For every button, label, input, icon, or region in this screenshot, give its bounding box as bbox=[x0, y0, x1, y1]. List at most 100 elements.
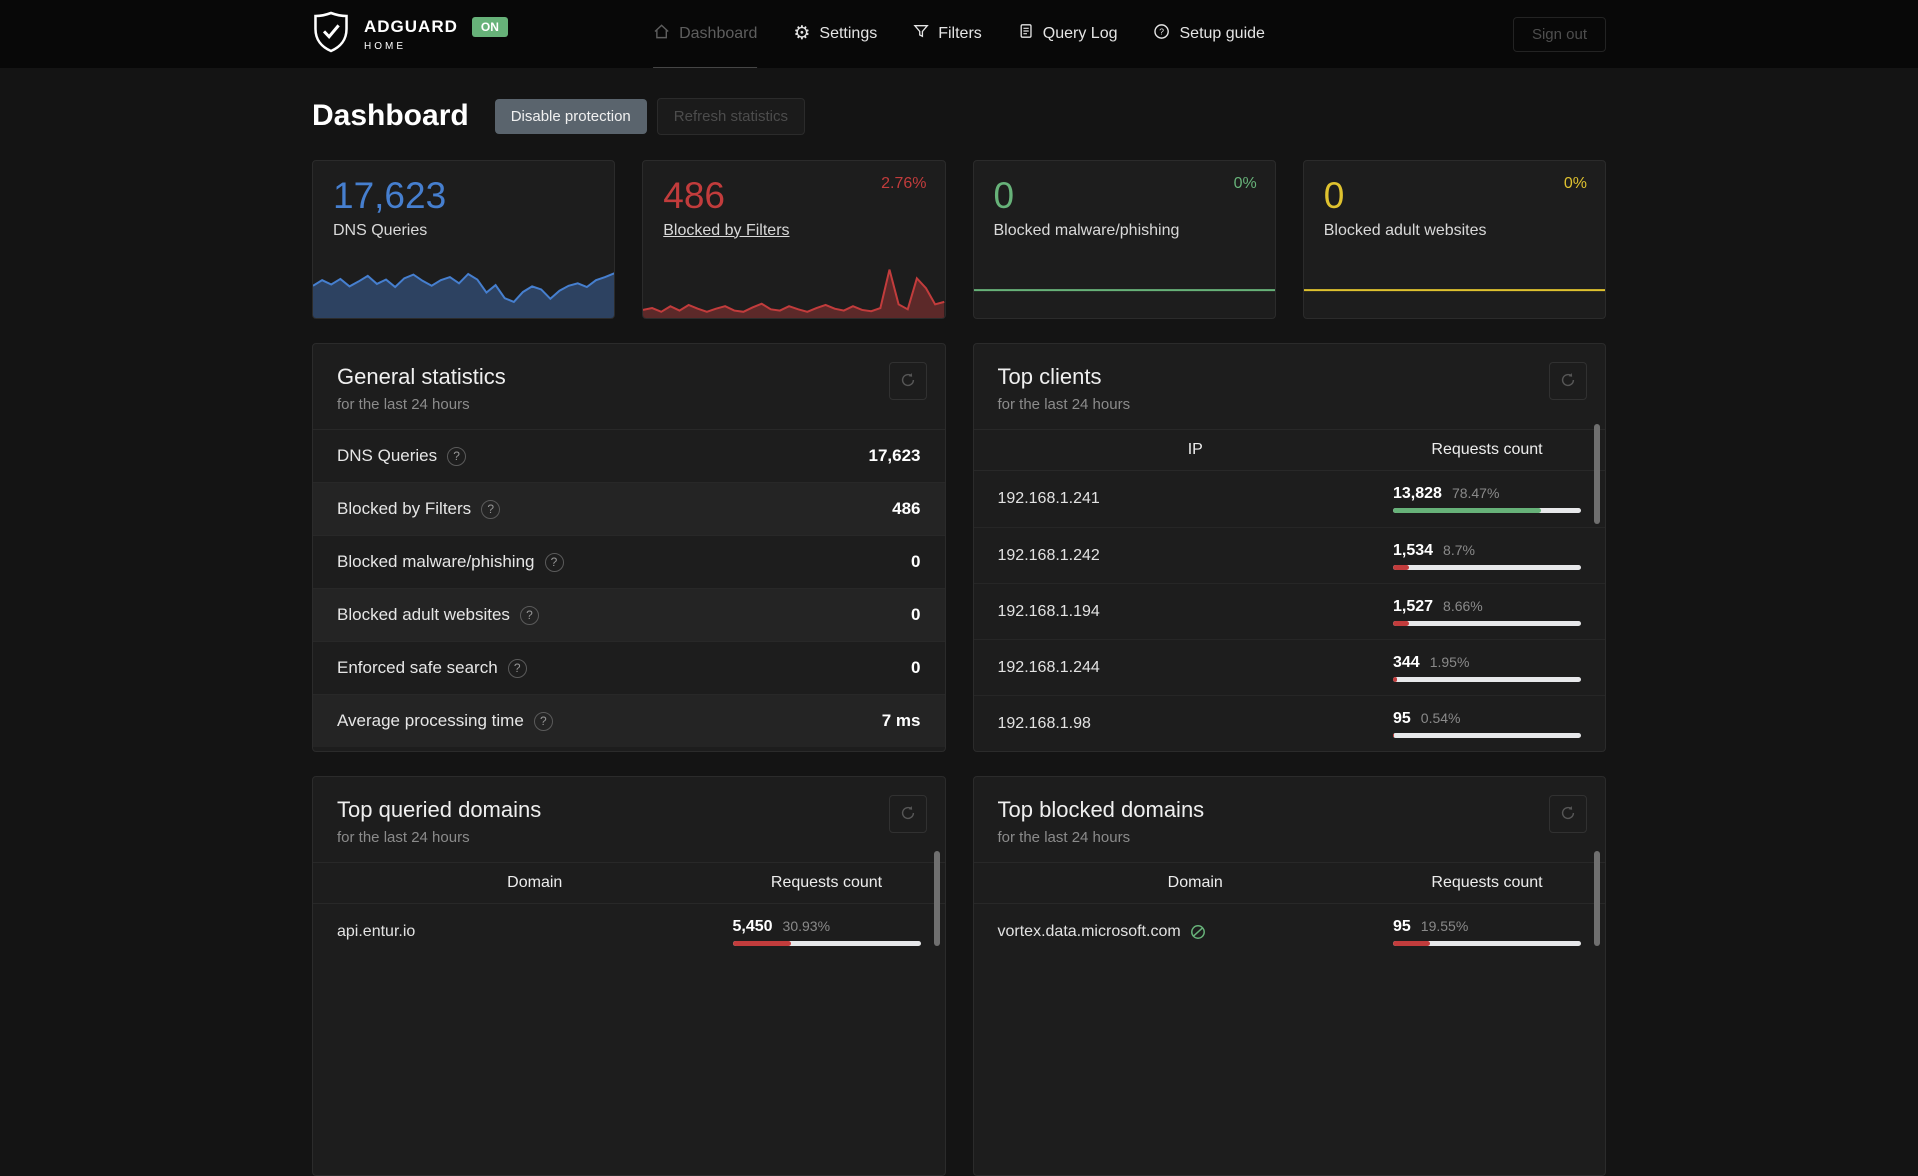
nav-item-query-log[interactable]: Query Log bbox=[1018, 0, 1118, 68]
stats-row-value: 17,623 bbox=[868, 446, 921, 465]
refresh-icon bbox=[899, 371, 917, 392]
stats-row-value: 0 bbox=[911, 658, 921, 677]
top-queried-table: api.entur.io 5,450 30.93% bbox=[313, 904, 945, 960]
stats-row-value: 7 ms bbox=[881, 711, 921, 730]
help-icon[interactable] bbox=[533, 711, 553, 731]
disable-protection-button[interactable]: Disable protection bbox=[494, 98, 647, 134]
column-header-requests: Requests count bbox=[770, 874, 883, 891]
client-ip-link[interactable]: 192.168.1.241 bbox=[998, 490, 1100, 508]
table-row: 192.168.1.194 1,527 8.66% bbox=[973, 583, 1605, 639]
client-ip-link[interactable]: 192.168.1.194 bbox=[998, 603, 1100, 621]
refresh-statistics-button[interactable]: Refresh statistics bbox=[656, 97, 805, 135]
blocked-filters-sparkline-chart bbox=[643, 256, 945, 318]
progress-bar-fill bbox=[1393, 564, 1410, 570]
column-header-domain: Domain bbox=[507, 874, 563, 891]
requests-cell: 13,828 78.47% bbox=[1393, 485, 1581, 513]
nav-item-setup-guide[interactable]: ? Setup guide bbox=[1154, 0, 1265, 68]
svg-text:?: ? bbox=[1160, 26, 1165, 36]
request-percent: 8.7% bbox=[1443, 541, 1475, 558]
adguard-logo[interactable]: ADGUARD ON HOME bbox=[312, 11, 508, 58]
help-icon[interactable] bbox=[544, 552, 564, 572]
refresh-icon-button[interactable] bbox=[1549, 362, 1587, 400]
stat-percent: 0% bbox=[1563, 175, 1587, 192]
client-ip-link[interactable]: 192.168.1.242 bbox=[998, 547, 1100, 565]
top-blocked-domains-card: Top blocked domains for the last 24 hour… bbox=[972, 776, 1606, 1176]
stats-row-label-wrap: Blocked adult websites bbox=[337, 605, 539, 625]
request-count: 95 bbox=[1393, 918, 1411, 935]
domain-link[interactable]: api.entur.io bbox=[337, 923, 415, 941]
table-header: IP Requests count bbox=[973, 429, 1605, 471]
refresh-icon-button[interactable] bbox=[888, 795, 927, 833]
domain-link[interactable]: vortex.data.microsoft.com bbox=[998, 923, 1181, 941]
card-subtitle: for the last 24 hours bbox=[337, 829, 470, 846]
stats-row: DNS Queries 17,623 bbox=[313, 429, 945, 482]
stats-row: Blocked malware/phishing 0 bbox=[313, 535, 945, 588]
table-row: 192.168.1.98 95 0.54% bbox=[973, 695, 1605, 751]
refresh-icon-button[interactable] bbox=[1549, 795, 1587, 833]
column-header-domain: Domain bbox=[1167, 874, 1223, 891]
scrollbar-thumb[interactable] bbox=[1594, 424, 1600, 524]
requests-cell: 95 19.55% bbox=[1393, 918, 1581, 946]
client-cell: 192.168.1.98 bbox=[998, 715, 1394, 733]
requests-cell: 1,534 8.7% bbox=[1393, 542, 1581, 570]
request-percent: 0.54% bbox=[1420, 709, 1461, 726]
card-title: Top blocked domains bbox=[997, 797, 1205, 822]
brand-name: ADGUARD bbox=[364, 16, 458, 36]
nav-label: Setup guide bbox=[1179, 24, 1265, 42]
stats-row: Blocked adult websites 0 bbox=[313, 588, 945, 641]
stats-row-label: DNS Queries bbox=[337, 446, 438, 465]
stats-row-value: 0 bbox=[911, 605, 921, 624]
stat-percent: 0% bbox=[1233, 175, 1257, 192]
progress-bar-fill bbox=[1393, 941, 1430, 946]
help-icon[interactable] bbox=[507, 658, 527, 678]
client-cell: 192.168.1.242 bbox=[998, 547, 1394, 565]
card-title: Top clients bbox=[997, 364, 1102, 389]
general-statistics-card: General statistics for the last 24 hours… bbox=[312, 343, 946, 752]
client-ip-link[interactable]: 192.168.1.98 bbox=[998, 715, 1091, 733]
table-row: vortex.data.microsoft.com 95 19.55% bbox=[974, 904, 1606, 960]
requests-cell: 5,450 30.93% bbox=[732, 918, 921, 946]
stats-row-value: 486 bbox=[892, 499, 921, 518]
top-queried-domains-card: Top queried domains for the last 24 hour… bbox=[312, 776, 946, 1176]
stats-row-value: 0 bbox=[911, 552, 921, 571]
requests-cell: 95 0.54% bbox=[1393, 710, 1581, 738]
stat-label-link[interactable]: Blocked by Filters bbox=[663, 222, 789, 240]
request-count: 95 bbox=[1393, 709, 1411, 727]
column-header-ip: IP bbox=[1187, 441, 1203, 458]
card-title: General statistics bbox=[337, 364, 506, 389]
filter-icon bbox=[913, 23, 929, 44]
sign-out-button[interactable]: Sign out bbox=[1512, 16, 1606, 52]
requests-cell: 1,527 8.66% bbox=[1393, 598, 1581, 626]
stat-label: Blocked malware/phishing bbox=[993, 221, 1180, 239]
progress-bar bbox=[1393, 508, 1581, 513]
stats-row-label: Enforced safe search bbox=[337, 658, 498, 677]
nav-label: Settings bbox=[819, 24, 878, 42]
column-header-requests: Requests count bbox=[1431, 441, 1543, 458]
table-header: Domain Requests count bbox=[973, 862, 1605, 904]
refresh-icon-button[interactable] bbox=[888, 362, 927, 400]
nav-item-dashboard[interactable]: Dashboard bbox=[653, 0, 758, 68]
domain-cell: api.entur.io bbox=[337, 923, 733, 941]
general-statistics-table: DNS Queries 17,623 Blocked by Filters 48… bbox=[313, 429, 945, 747]
table-row: api.entur.io 5,450 30.93% bbox=[313, 904, 945, 960]
stat-value: 17,623 bbox=[333, 175, 447, 216]
help-icon[interactable] bbox=[519, 605, 539, 625]
request-count: 1,534 bbox=[1393, 541, 1434, 559]
nav-item-filters[interactable]: Filters bbox=[913, 0, 982, 68]
progress-bar bbox=[1393, 620, 1581, 626]
table-row: 192.168.1.244 344 1.95% bbox=[973, 639, 1605, 695]
help-icon: ? bbox=[1154, 23, 1171, 45]
client-cell: 192.168.1.194 bbox=[998, 603, 1394, 621]
nav-item-settings[interactable]: ⚙ Settings bbox=[793, 0, 877, 68]
scrollbar-thumb[interactable] bbox=[933, 851, 940, 946]
requests-cell: 344 1.95% bbox=[1393, 654, 1581, 682]
progress-bar bbox=[1393, 941, 1581, 946]
stat-label: Blocked adult websites bbox=[1323, 221, 1487, 239]
shield-logo-icon bbox=[312, 11, 350, 58]
help-icon[interactable] bbox=[481, 499, 501, 519]
scrollbar-thumb[interactable] bbox=[1594, 851, 1600, 946]
help-icon[interactable] bbox=[447, 446, 467, 466]
client-ip-link[interactable]: 192.168.1.244 bbox=[998, 659, 1100, 677]
gear-icon: ⚙ bbox=[793, 23, 811, 44]
progress-bar bbox=[732, 941, 921, 946]
